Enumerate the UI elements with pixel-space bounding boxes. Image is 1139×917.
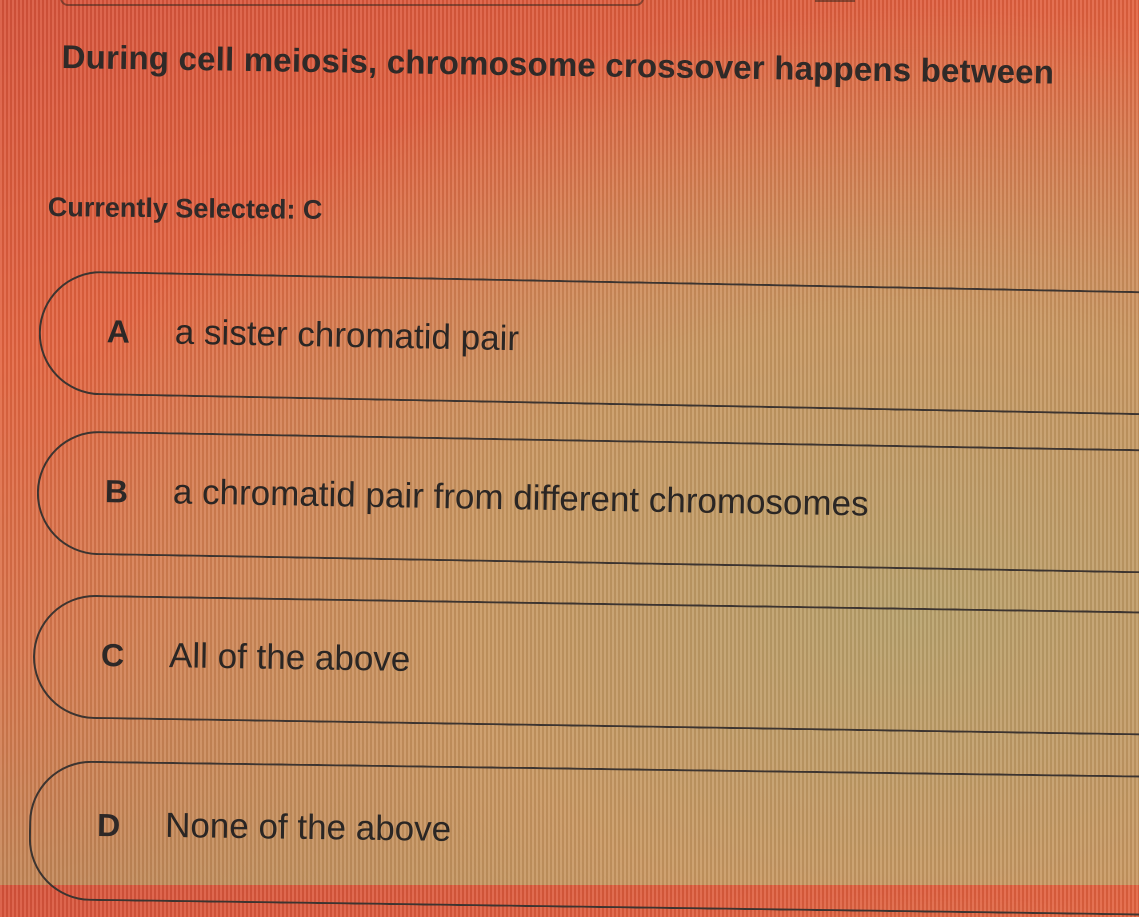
top-panel-edge xyxy=(60,0,644,6)
option-text-d: None of the above xyxy=(164,805,452,849)
answer-option-c[interactable]: C All of the above xyxy=(32,594,1139,737)
answer-option-d[interactable]: D None of the above xyxy=(28,760,1139,917)
option-letter-b: B xyxy=(104,473,129,510)
option-text-c: All of the above xyxy=(168,636,411,679)
option-letter-a: A xyxy=(106,313,131,350)
answer-option-a[interactable]: A a sister chromatid pair xyxy=(37,270,1139,418)
option-text-a: a sister chromatid pair xyxy=(174,312,520,359)
option-letter-d: D xyxy=(96,806,121,844)
currently-selected-label: Currently Selected: C xyxy=(47,192,323,225)
answer-option-b[interactable]: B a chromatid pair from different chromo… xyxy=(35,430,1139,575)
option-text-b: a chromatid pair from different chromoso… xyxy=(172,472,869,524)
option-letter-c: C xyxy=(100,637,125,674)
top-panel-edge-right xyxy=(815,0,855,2)
question-text: During cell meiosis, chromosome crossove… xyxy=(61,38,1055,91)
